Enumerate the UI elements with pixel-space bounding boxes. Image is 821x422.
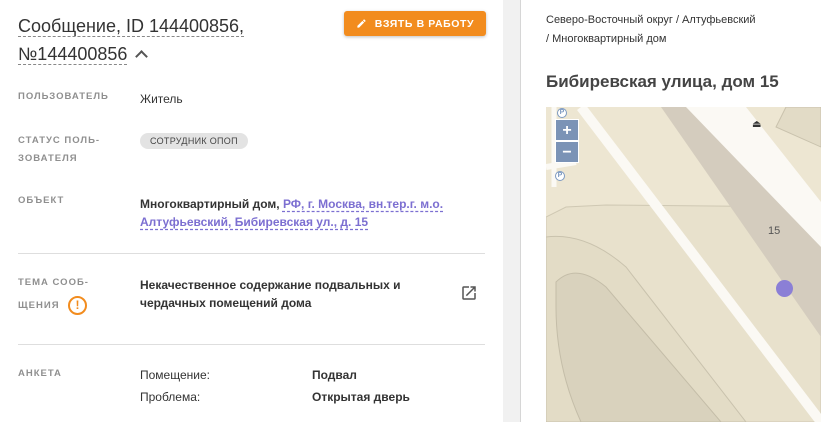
address-title: Бибиревская улица, дом 15 bbox=[546, 72, 779, 91]
map-background bbox=[546, 107, 821, 422]
parking-icon: P bbox=[555, 171, 565, 181]
location-marker[interactable] bbox=[776, 280, 793, 297]
building-number: 15 bbox=[768, 225, 781, 237]
title-line-2: №144400856 bbox=[18, 44, 128, 64]
survey-key: Проблема: bbox=[140, 390, 201, 404]
poi-icon: ⏏ bbox=[752, 119, 762, 130]
parking-icon: P bbox=[557, 108, 567, 118]
survey-value: Открытая дверь bbox=[312, 390, 410, 404]
breadcrumb: Северо-Восточный округ / Алтуфьевский / … bbox=[546, 11, 811, 49]
topic-label-2: щения bbox=[18, 300, 60, 311]
zoom-in-button[interactable]: + bbox=[555, 119, 579, 141]
divider bbox=[18, 253, 485, 254]
chevron-up-icon[interactable] bbox=[135, 50, 149, 63]
page-title: Сообщение, ID 144400856, №144400856 bbox=[18, 12, 308, 68]
survey-value: Подвал bbox=[312, 368, 357, 382]
divider bbox=[18, 344, 485, 345]
object-label: Объект bbox=[18, 195, 65, 206]
survey-label: Анкета bbox=[18, 368, 62, 379]
zoom-out-button[interactable]: − bbox=[555, 141, 579, 163]
open-external-icon[interactable] bbox=[460, 284, 478, 302]
take-button-label: Взять в работу bbox=[374, 17, 475, 30]
message-panel: Сообщение, ID 144400856, №144400856 Взят… bbox=[0, 0, 503, 422]
take-to-work-button[interactable]: Взять в работу bbox=[344, 11, 486, 36]
status-badge: Сотрудник ОПОП bbox=[140, 133, 248, 149]
warning-icon: ! bbox=[68, 296, 87, 315]
pencil-icon bbox=[357, 19, 366, 28]
map[interactable]: + − P P ⏏ 15 bbox=[546, 107, 821, 422]
survey-key: Помещение: bbox=[140, 368, 210, 382]
object-value: Многоквартирный дом, РФ, г. Москва, вн.т… bbox=[140, 195, 460, 231]
topic-value: Некачественное содержание подвальных и ч… bbox=[140, 278, 401, 310]
topic-label-1: Тема сооб- bbox=[18, 277, 89, 288]
title-line-1: Сообщение, ID 144400856, bbox=[18, 16, 245, 36]
user-label: Пользователь bbox=[18, 91, 109, 102]
panel-splitter[interactable] bbox=[503, 0, 521, 422]
object-type: Многоквартирный дом, bbox=[140, 197, 283, 211]
breadcrumb-line-1: Северо-Восточный округ / Алтуфьевский bbox=[546, 14, 756, 26]
status-label: Статус поль- зователя bbox=[18, 135, 101, 164]
breadcrumb-line-2: / Многоквартирный дом bbox=[546, 33, 667, 45]
user-value: Житель bbox=[140, 92, 183, 106]
location-panel: Северо-Восточный округ / Алтуфьевский / … bbox=[522, 0, 821, 422]
